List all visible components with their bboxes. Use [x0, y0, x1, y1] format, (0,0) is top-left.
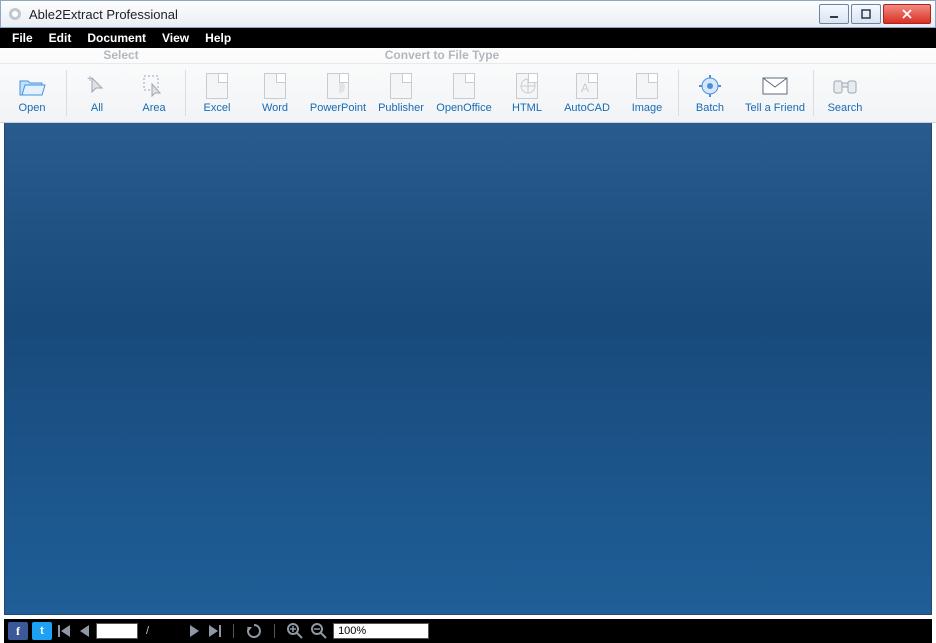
convert-excel-button[interactable]: Excel: [188, 64, 246, 122]
svg-text:+: +: [87, 74, 93, 85]
zoom-level-input[interactable]: 100%: [333, 623, 429, 639]
last-page-icon: [207, 625, 221, 637]
zoom-out-button[interactable]: [309, 623, 329, 639]
page-number-input[interactable]: [96, 623, 138, 639]
cursor-plus-icon: +: [83, 72, 111, 100]
envelope-icon: [761, 72, 789, 100]
close-icon: [901, 9, 913, 19]
convert-openoffice-label: OpenOffice: [436, 102, 491, 114]
convert-image-button[interactable]: Image: [618, 64, 676, 122]
window-title: Able2Extract Professional: [29, 7, 817, 22]
maximize-icon: [861, 9, 871, 19]
menu-help[interactable]: Help: [197, 31, 239, 45]
first-page-button[interactable]: [56, 625, 74, 637]
search-button[interactable]: Search: [816, 64, 874, 122]
prev-page-button[interactable]: [78, 625, 92, 637]
convert-word-button[interactable]: Word: [246, 64, 304, 122]
first-page-icon: [58, 625, 72, 637]
minimize-button[interactable]: [819, 4, 849, 24]
publisher-icon: [387, 72, 415, 100]
zoom-out-icon: [311, 623, 327, 639]
last-page-button[interactable]: [205, 625, 223, 637]
zoom-in-icon: [287, 623, 303, 639]
menu-bar: File Edit Document View Help: [0, 28, 936, 48]
menu-document[interactable]: Document: [79, 31, 154, 45]
document-workspace: [4, 123, 932, 615]
select-all-button[interactable]: + All: [69, 64, 125, 122]
next-page-button[interactable]: [187, 625, 201, 637]
convert-html-label: HTML: [512, 102, 542, 114]
zoom-in-button[interactable]: [285, 623, 305, 639]
convert-html-button[interactable]: HTML: [498, 64, 556, 122]
convert-autocad-label: AutoCAD: [564, 102, 610, 114]
image-icon: [633, 72, 661, 100]
autocad-icon: A: [573, 72, 601, 100]
select-area-button[interactable]: Area: [125, 64, 183, 122]
toolbar-section-headers: Select Convert to File Type: [0, 48, 936, 64]
gear-icon: [696, 72, 724, 100]
next-page-icon: [189, 625, 199, 637]
select-area-label: Area: [142, 102, 165, 114]
convert-image-label: Image: [632, 102, 663, 114]
convert-publisher-button[interactable]: Publisher: [372, 64, 430, 122]
window-controls: [817, 4, 931, 24]
openoffice-icon: [450, 72, 478, 100]
toolbar-section-convert-header: Convert to File Type: [178, 48, 706, 63]
tell-a-friend-button[interactable]: Tell a Friend: [739, 64, 811, 122]
rotate-icon: [246, 623, 262, 639]
open-button[interactable]: Open: [0, 64, 64, 122]
select-all-label: All: [91, 102, 103, 114]
facebook-button[interactable]: f: [8, 622, 28, 640]
open-label: Open: [19, 102, 46, 114]
svg-text:A: A: [581, 81, 589, 95]
title-bar: Able2Extract Professional: [0, 0, 936, 28]
excel-icon: [203, 72, 231, 100]
powerpoint-icon: [324, 72, 352, 100]
binoculars-icon: [831, 72, 859, 100]
prev-page-icon: [80, 625, 90, 637]
menu-edit[interactable]: Edit: [41, 31, 80, 45]
tell-a-friend-label: Tell a Friend: [745, 102, 805, 114]
convert-excel-label: Excel: [204, 102, 231, 114]
batch-label: Batch: [696, 102, 724, 114]
minimize-icon: [829, 9, 839, 19]
convert-powerpoint-button[interactable]: PowerPoint: [304, 64, 372, 122]
html-icon: [513, 72, 541, 100]
status-bar: f t / 100%: [4, 619, 932, 643]
close-button[interactable]: [883, 4, 931, 24]
convert-powerpoint-label: PowerPoint: [310, 102, 366, 114]
word-icon: [261, 72, 289, 100]
convert-publisher-label: Publisher: [378, 102, 424, 114]
twitter-button[interactable]: t: [32, 622, 52, 640]
page-separator: /: [142, 625, 153, 637]
folder-open-icon: [18, 72, 46, 100]
rotate-button[interactable]: [244, 623, 264, 639]
batch-button[interactable]: Batch: [681, 64, 739, 122]
menu-file[interactable]: File: [4, 31, 41, 45]
menu-view[interactable]: View: [154, 31, 197, 45]
cursor-area-icon: [140, 72, 168, 100]
toolbar-section-select-header: Select: [64, 48, 178, 63]
convert-word-label: Word: [262, 102, 288, 114]
convert-openoffice-button[interactable]: OpenOffice: [430, 64, 498, 122]
search-label: Search: [828, 102, 863, 114]
app-icon: [7, 6, 23, 22]
toolbar: Select Convert to File Type Open + All A…: [0, 48, 936, 123]
maximize-button[interactable]: [851, 4, 881, 24]
convert-autocad-button[interactable]: A AutoCAD: [556, 64, 618, 122]
